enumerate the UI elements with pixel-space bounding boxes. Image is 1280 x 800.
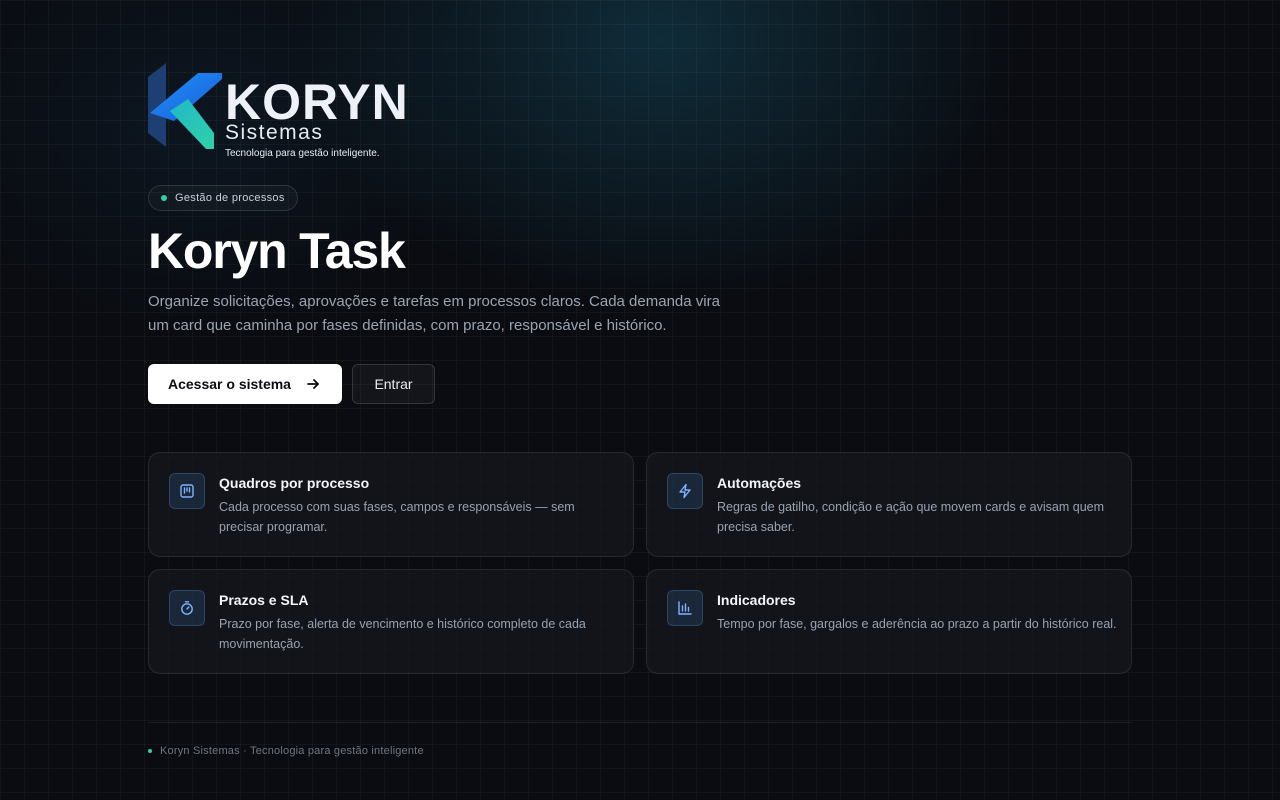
feature-icon-box xyxy=(169,590,205,626)
feature-card-automacoes: Automações Regras de gatilho, condição e… xyxy=(646,452,1132,557)
feature-description: Regras de gatilho, condição e ação que m… xyxy=(717,500,1105,534)
feature-description: Cada processo com suas fases, campos e r… xyxy=(219,500,575,534)
feature-icon-box xyxy=(169,473,205,509)
badge-label: Gestão de processos xyxy=(175,192,285,204)
access-system-label: Acessar o sistema xyxy=(168,376,291,392)
login-button[interactable]: Entrar xyxy=(352,364,435,404)
feature-title: Prazos e SLA xyxy=(219,592,309,608)
feature-icon-box xyxy=(667,473,703,509)
category-badge: Gestão de processos xyxy=(148,185,298,211)
feature-title: Automações xyxy=(717,475,802,491)
feature-card-indicadores: Indicadores Tempo por fase, gargalos e a… xyxy=(646,569,1132,674)
feature-card-quadros: Quadros por processo Cada processo com s… xyxy=(148,452,634,557)
logo-wordmark: KORYN xyxy=(225,74,409,130)
koryn-k-logo-icon xyxy=(148,63,222,149)
hero-description: Organize solicitações, aprovações e tare… xyxy=(148,293,720,334)
bar-chart-icon xyxy=(678,601,692,615)
feature-description: Prazo por fase, alerta de vencimento e h… xyxy=(219,617,586,651)
footer-dot-icon xyxy=(148,749,152,753)
footer: Koryn Sistemas · Tecnologia para gestão … xyxy=(148,744,424,758)
koryn-logo: KORYN Sistemas Tecnologia para gestão in… xyxy=(148,63,408,161)
stopwatch-icon xyxy=(181,601,193,615)
logo-tagline: Tecnologia para gestão inteligente. xyxy=(225,148,380,159)
feature-icon-box xyxy=(667,590,703,626)
page-title: Koryn Task xyxy=(148,223,406,279)
feature-title: Quadros por processo xyxy=(219,475,370,491)
feature-card-prazos: Prazos e SLA Prazo por fase, alerta de v… xyxy=(148,569,634,674)
kanban-board-icon xyxy=(180,484,194,498)
footer-divider xyxy=(148,722,1132,723)
feature-title: Indicadores xyxy=(717,592,796,608)
footer-text: Koryn Sistemas · Tecnologia para gestão … xyxy=(160,745,424,757)
arrow-right-icon xyxy=(307,379,319,389)
landing-page: KORYN Sistemas Tecnologia para gestão in… xyxy=(148,0,1132,800)
logo-subtitle: Sistemas xyxy=(225,121,324,144)
lightning-bolt-icon xyxy=(679,483,691,499)
feature-description: Tempo por fase, gargalos e aderência ao … xyxy=(717,617,1117,631)
access-system-button[interactable]: Acessar o sistema xyxy=(148,364,342,404)
status-dot-icon xyxy=(161,195,167,201)
